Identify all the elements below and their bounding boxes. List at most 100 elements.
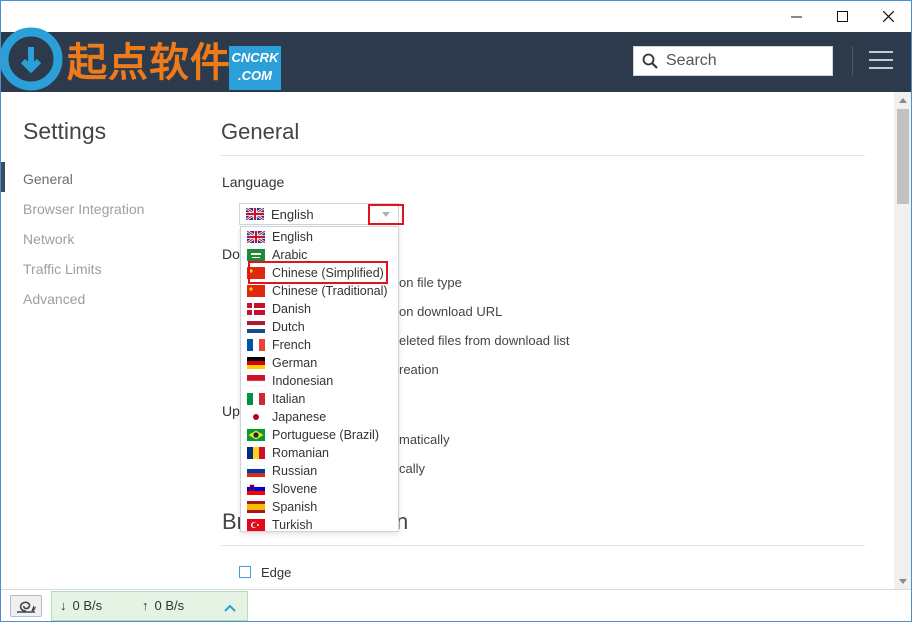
language-option-label: Chinese (Traditional) — [272, 284, 388, 298]
sidebar-item-browser-integration[interactable]: Browser Integration — [23, 201, 144, 217]
france-flag-icon — [247, 339, 265, 351]
minimize-icon — [790, 16, 802, 18]
scrollbar-thumb[interactable] — [897, 109, 909, 204]
language-option-label: Arabic — [272, 248, 308, 262]
language-option-dutch[interactable]: Dutch — [241, 318, 398, 336]
scroll-up-button[interactable] — [894, 92, 911, 108]
language-option-label: Japanese — [272, 410, 327, 424]
arrow-down-icon: ↓ — [60, 598, 67, 613]
logo-badge: CNCRK .COM — [229, 46, 281, 90]
updates-label: Up — [222, 403, 240, 419]
status-bar: ↓ 0 B/s ↑ 0 B/s — [1, 589, 911, 621]
language-option-label: Dutch — [272, 320, 305, 334]
option-file-type: on file type — [399, 275, 462, 290]
japan-flag-icon — [247, 411, 265, 423]
language-option-italian[interactable]: Italian — [241, 390, 398, 408]
chevron-down-icon — [382, 212, 390, 217]
edge-label: Edge — [261, 565, 292, 580]
language-option-portuguese-brazil[interactable]: Portuguese (Brazil) — [241, 426, 398, 444]
scroll-down-button[interactable] — [894, 573, 911, 589]
netherlands-flag-icon — [247, 321, 265, 333]
brazil-flag-icon — [247, 429, 265, 441]
uk-flag-icon — [246, 229, 266, 245]
highlight-annotation-box — [248, 261, 388, 284]
language-option-label: Russian — [272, 464, 318, 478]
china-flag-icon — [247, 285, 265, 297]
italy-flag-icon — [247, 393, 265, 405]
language-label: Language — [222, 174, 285, 190]
language-option-slovene[interactable]: Slovene — [241, 480, 398, 498]
minimize-button[interactable] — [773, 1, 819, 32]
language-option-label: Spanish — [272, 500, 318, 514]
uk-flag-icon — [245, 206, 265, 222]
language-option-label: Portuguese (Brazil) — [272, 428, 379, 442]
saudi-flag-icon — [247, 249, 265, 261]
language-dropdown-arrow[interactable] — [368, 204, 404, 225]
maximize-button[interactable] — [819, 1, 865, 32]
language-option-danish[interactable]: Danish — [241, 300, 398, 318]
search-input[interactable] — [666, 52, 826, 70]
language-option-chinese-traditional[interactable]: Chinese (Traditional) — [241, 282, 398, 300]
option-creation: reation — [399, 362, 439, 377]
language-option-english[interactable]: English — [241, 228, 398, 246]
language-option-label: Danish — [272, 302, 311, 316]
language-option-label: French — [272, 338, 311, 352]
option-update-periodic: cally — [399, 461, 426, 476]
maximize-icon — [836, 11, 848, 22]
chevron-up-icon — [224, 604, 236, 612]
general-section-title: General — [221, 119, 300, 144]
romania-flag-icon — [247, 447, 265, 459]
section-divider — [221, 155, 865, 156]
expand-speed-button[interactable] — [224, 600, 236, 618]
active-nav-indicator — [1, 162, 5, 192]
download-speed: ↓ 0 B/s — [60, 598, 102, 613]
downloads-label: Do — [222, 246, 240, 262]
language-option-spanish[interactable]: Spanish — [241, 498, 398, 516]
option-deleted-files: eleted files from download list — [399, 333, 570, 348]
sidebar-item-advanced[interactable]: Advanced — [23, 291, 85, 307]
option-download-url: on download URL — [399, 304, 503, 319]
header-divider — [852, 46, 853, 76]
site-logo: 起点软件 CNCRK .COM — [1, 1, 283, 101]
spain-flag-icon — [247, 501, 265, 513]
snail-icon — [17, 601, 36, 613]
language-option-label: Slovene — [272, 482, 318, 496]
selected-language: English — [271, 206, 314, 222]
language-option-label: Indonesian — [272, 374, 334, 388]
language-option-romanian[interactable]: Romanian — [241, 444, 398, 462]
language-option-indonesian[interactable]: Indonesian — [241, 372, 398, 390]
search-box[interactable] — [633, 46, 833, 76]
language-option-russian[interactable]: Russian — [241, 462, 398, 480]
language-option-german[interactable]: German — [241, 354, 398, 372]
russia-flag-icon — [246, 464, 266, 477]
arrow-up-icon: ↑ — [142, 598, 149, 613]
turkey-flag-icon — [247, 519, 265, 531]
upload-speed: ↑ 0 B/s — [142, 598, 184, 613]
browser-section-divider — [221, 545, 865, 546]
close-button[interactable] — [865, 1, 911, 32]
sidebar-title: Settings — [23, 118, 107, 144]
sidebar-item-traffic-limits[interactable]: Traffic Limits — [23, 261, 102, 277]
language-option-japanese[interactable]: Japanese — [241, 408, 398, 426]
language-option-label: Romanian — [272, 446, 329, 460]
language-option-label: German — [272, 356, 318, 370]
speed-limit-button[interactable] — [10, 595, 42, 617]
denmark-flag-icon — [247, 303, 265, 315]
indonesia-flag-icon — [246, 375, 266, 388]
language-option-french[interactable]: French — [241, 336, 398, 354]
edge-checkbox[interactable] — [239, 566, 251, 578]
close-icon — [882, 11, 894, 22]
sidebar-item-general[interactable]: General — [23, 171, 73, 187]
vertical-scrollbar[interactable] — [894, 92, 911, 589]
arrow-down-icon — [899, 578, 907, 584]
slovenia-flag-icon — [246, 482, 266, 495]
language-option-turkish[interactable]: Turkish — [241, 516, 398, 534]
language-option-label: Italian — [272, 392, 306, 406]
logo-text: 起点软件 — [67, 40, 231, 86]
sidebar-item-network[interactable]: Network — [23, 231, 74, 247]
logo-badge-line2: .COM — [238, 68, 272, 83]
hamburger-menu-button[interactable] — [869, 51, 893, 71]
settings-sidebar: Settings General Browser Integration Net… — [1, 92, 201, 589]
arrow-up-icon — [899, 97, 907, 103]
language-option-label: Turkish — [272, 518, 313, 532]
